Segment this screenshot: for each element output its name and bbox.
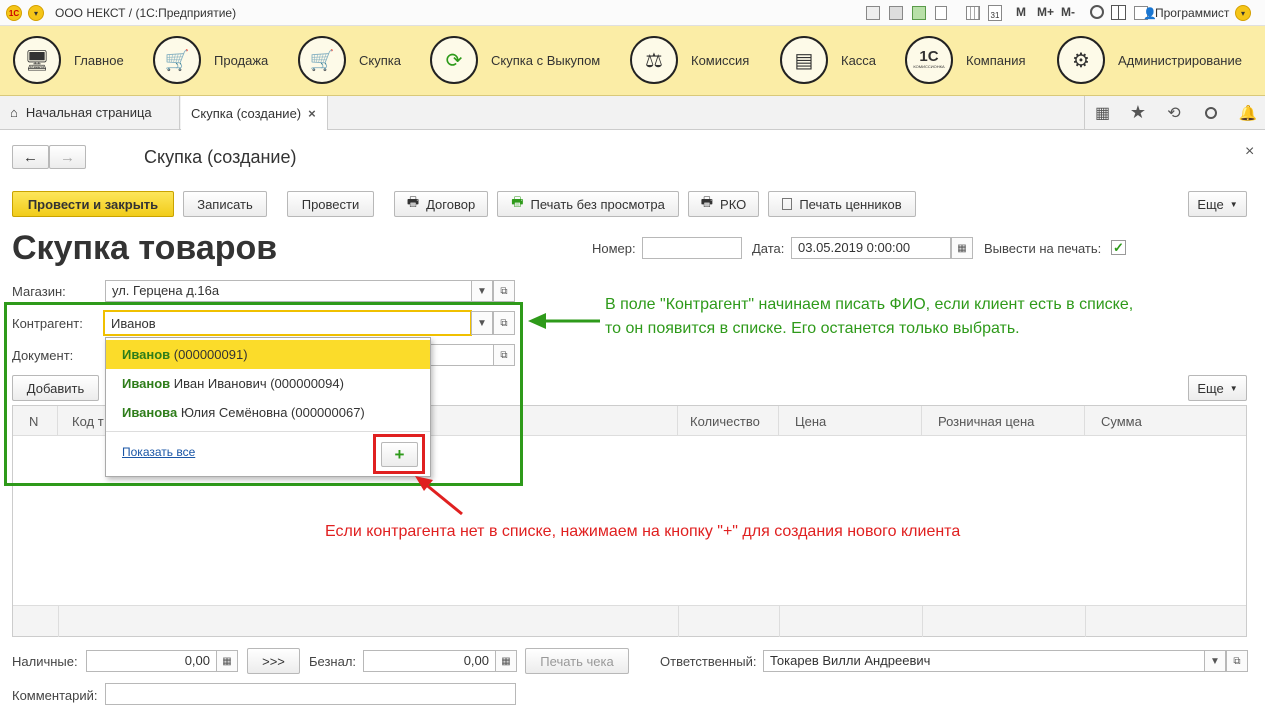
cash-input[interactable]: 0,00 xyxy=(86,650,217,672)
noncash-input[interactable]: 0,00 xyxy=(363,650,496,672)
comment-label: Комментарий: xyxy=(12,688,98,703)
green-arrow-head xyxy=(528,313,546,329)
responsible-label: Ответственный: xyxy=(660,654,757,669)
noncash-calculator-icon[interactable]: ▦ xyxy=(495,650,517,672)
responsible-open-icon[interactable]: ⧉ xyxy=(1226,650,1248,672)
annotation-arrows xyxy=(415,313,600,516)
annotation-green-text-line2: то он появится в списке. Его останется т… xyxy=(605,320,1020,337)
annotation-green-text-line1: В поле "Контрагент" начинаем писать ФИО,… xyxy=(605,296,1134,313)
red-arrow-line xyxy=(423,481,463,516)
print-receipt-button[interactable]: Печать чека xyxy=(525,648,629,674)
annotation-red-text: Если контрагента нет в списке, нажимаем … xyxy=(325,523,961,540)
responsible-input[interactable]: Токарев Вилли Андреевич xyxy=(763,650,1205,672)
responsible-dropdown-icon[interactable]: ▼ xyxy=(1204,650,1226,672)
noncash-label: Безнал: xyxy=(309,654,357,669)
cash-calculator-icon[interactable]: ▦ xyxy=(216,650,238,672)
transfer-button[interactable]: >>> xyxy=(247,648,300,674)
cash-label: Наличные: xyxy=(12,654,78,669)
comment-input[interactable] xyxy=(105,683,516,705)
